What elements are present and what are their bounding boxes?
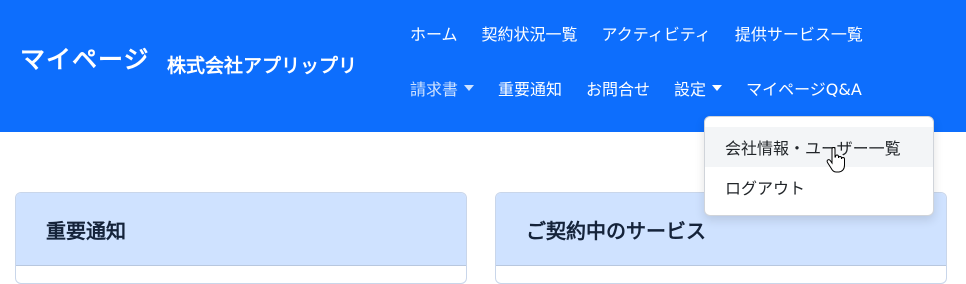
nav-settings-label: 設定 [674, 80, 707, 99]
top-navbar: マイページ 株式会社アプリップリ ホーム 契約状況一覧 アクティビティ 提供サー… [0, 0, 966, 132]
nav-settings-dropdown[interactable]: 設定 [662, 76, 734, 100]
nav-activity[interactable]: アクティビティ [590, 21, 723, 45]
nav-services-list[interactable]: 提供サービス一覧 [723, 21, 875, 45]
important-notices-card-header: 重要通知 [16, 193, 466, 266]
caret-down-icon [464, 85, 475, 91]
nav-home[interactable]: ホーム [398, 21, 470, 45]
menu-item-logout[interactable]: ログアウト [705, 167, 933, 207]
nav-invoice-label: 請求書 [410, 80, 459, 99]
menu-item-company-users[interactable]: 会社情報・ユーザー一覧 [705, 127, 933, 167]
nav-row-primary: ホーム 契約状況一覧 アクティビティ 提供サービス一覧 [398, 19, 875, 47]
hand-pointer-icon [826, 147, 845, 173]
brand-title[interactable]: マイページ [20, 40, 150, 76]
important-notices-card: 重要通知 [15, 192, 467, 284]
settings-dropdown-menu: 会社情報・ユーザー一覧 ログアウト [704, 116, 934, 216]
nav-important-notices[interactable]: 重要通知 [486, 76, 574, 100]
nav-row-secondary: 請求書 重要通知 お問合せ 設定 マイページQ&A [398, 74, 874, 102]
caret-down-icon [712, 85, 723, 91]
nav-invoice-dropdown[interactable]: 請求書 [398, 76, 486, 100]
nav-mypage-qa[interactable]: マイページQ&A [734, 76, 874, 100]
company-name: 株式会社アプリップリ [167, 55, 358, 77]
nav-contact[interactable]: お問合せ [574, 76, 662, 100]
nav-contract-status[interactable]: 契約状況一覧 [470, 21, 590, 45]
